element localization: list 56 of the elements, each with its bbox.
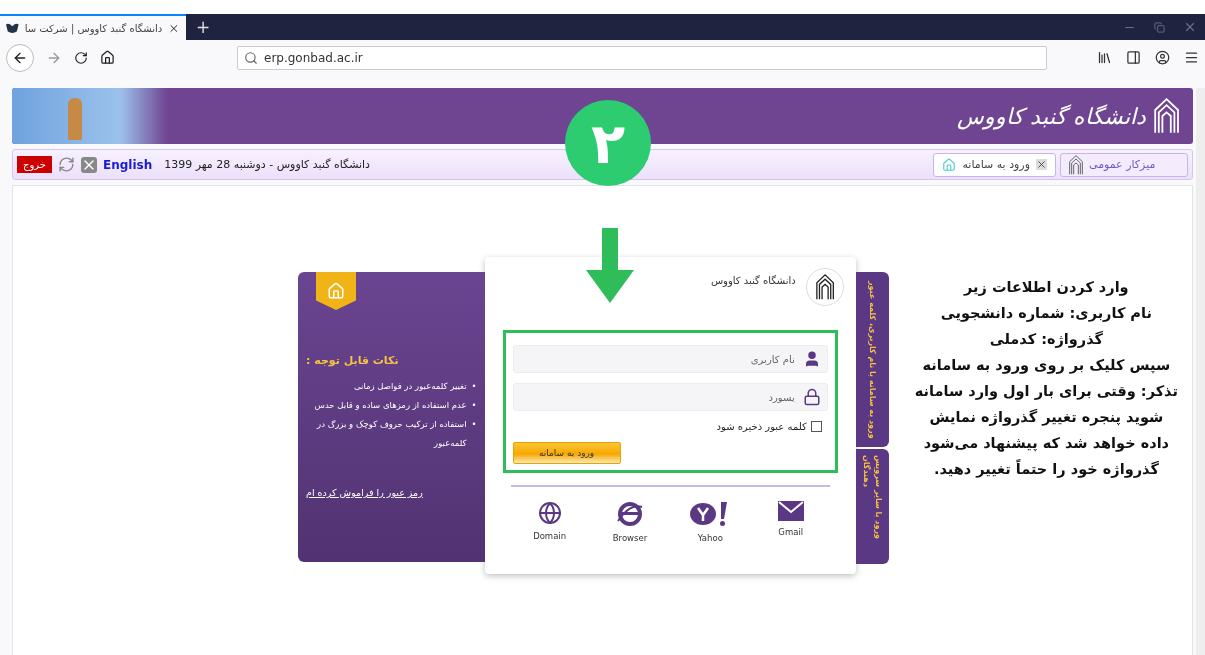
back-button[interactable]: [6, 43, 34, 72]
down-arrow-icon: [586, 228, 634, 303]
globe-icon: [537, 501, 562, 525]
home-icon: [942, 157, 957, 172]
home-icon[interactable]: [100, 50, 115, 65]
bullet-mark: •: [471, 380, 477, 393]
shield-logo-icon: [6, 22, 19, 34]
instructions-text: وارد کردن اطلاعات زیر نام کاربری: شماره دانشجویی گذرواژه: کدملی سپس کلیک بر روی ورود به سامانه تذکر: وقتی برای بار اول وارد سامانه شوید پنجره تغییر گذرواژه نمایش داده خواهد شد که پیشنهاد می‌شود گذرواژه خود را حتماً تغییر دهید.: [913, 278, 1179, 480]
bullet-mark: •: [471, 418, 477, 431]
date-text: دانشگاه گنبد کاووس - دوشنبه 28 مهر 1399: [164, 158, 370, 171]
username-field[interactable]: نام کاربری: [512, 345, 828, 373]
home-icon: [327, 282, 345, 300]
close-window-icon[interactable]: [1183, 20, 1197, 34]
envelope-icon: [777, 501, 804, 521]
note-item: استفاده از ترکیب حروف کوچک و بزرگ در کلمه‌عبور: [315, 418, 467, 450]
menu-icon[interactable]: [1184, 50, 1199, 65]
english-link[interactable]: English: [103, 157, 153, 172]
arch-logo-icon: [815, 274, 834, 300]
password-field[interactable]: پسورد: [512, 383, 828, 411]
note-item: تغییر کلمه‌عبور در فواصل زمانی: [353, 380, 467, 393]
close-icon[interactable]: [1036, 159, 1047, 170]
account-icon[interactable]: [1155, 50, 1170, 65]
nav-tab[interactable]: میزکار عمومی: [1060, 152, 1188, 177]
note-item: عدم استفاده از رمزهای ساده و قابل حدس: [314, 399, 467, 412]
arch-logo-icon: [1069, 154, 1083, 175]
sidebar-icon[interactable]: [1126, 50, 1141, 65]
reload-icon[interactable]: [74, 50, 88, 65]
notes-title: نکات قابل توجه :: [306, 354, 399, 367]
login-button[interactable]: ورود به سامانه: [512, 442, 621, 464]
forgot-password-link[interactable]: رمز عبور را فراموش کرده ام: [306, 487, 423, 498]
side-tab[interactable]: ورود با سایر سرویس دهندگان: [855, 449, 889, 564]
provider-button[interactable]: Yahoo: [685, 501, 736, 543]
lock-icon: [802, 388, 821, 406]
arch-logo-icon: [1153, 98, 1179, 134]
university-logo-text: دانشگاه گنبد کاووس: [956, 103, 1146, 129]
search-icon: [244, 50, 258, 65]
provider-button[interactable]: Gmail: [765, 501, 816, 543]
browser-tab[interactable]: دانشگاه گنبد کاووس | شرکت سا: [0, 14, 186, 40]
e-logo-icon: [616, 501, 644, 527]
bullet-mark: •: [471, 399, 477, 412]
tab-title: دانشگاه گنبد کاووس | شرکت سا: [24, 22, 163, 34]
home-tab-button[interactable]: [316, 272, 356, 310]
library-icon[interactable]: [1097, 50, 1112, 65]
new-tab-button[interactable]: +: [186, 14, 221, 40]
provider-button[interactable]: Domain: [524, 501, 575, 543]
logout-button[interactable]: خروج: [17, 156, 52, 173]
side-tab[interactable]: ورود به سامانه با نام کاربری، کلمه عبور: [855, 272, 889, 447]
url-text: erp.gonbad.ac.ir: [264, 50, 363, 65]
refresh-icon[interactable]: [58, 156, 75, 173]
close-icon[interactable]: [81, 156, 97, 173]
remember-label: کلمه عبور ذخیره شود: [716, 421, 807, 432]
provider-button[interactable]: Browser: [605, 501, 655, 543]
nav-tab[interactable]: ورود به سامانه: [933, 152, 1056, 177]
remember-checkbox[interactable]: [810, 421, 822, 432]
org-name: دانشگاه گنبد کاووس: [710, 274, 796, 286]
address-bar[interactable]: erp.gonbad.ac.ir: [237, 45, 1047, 70]
